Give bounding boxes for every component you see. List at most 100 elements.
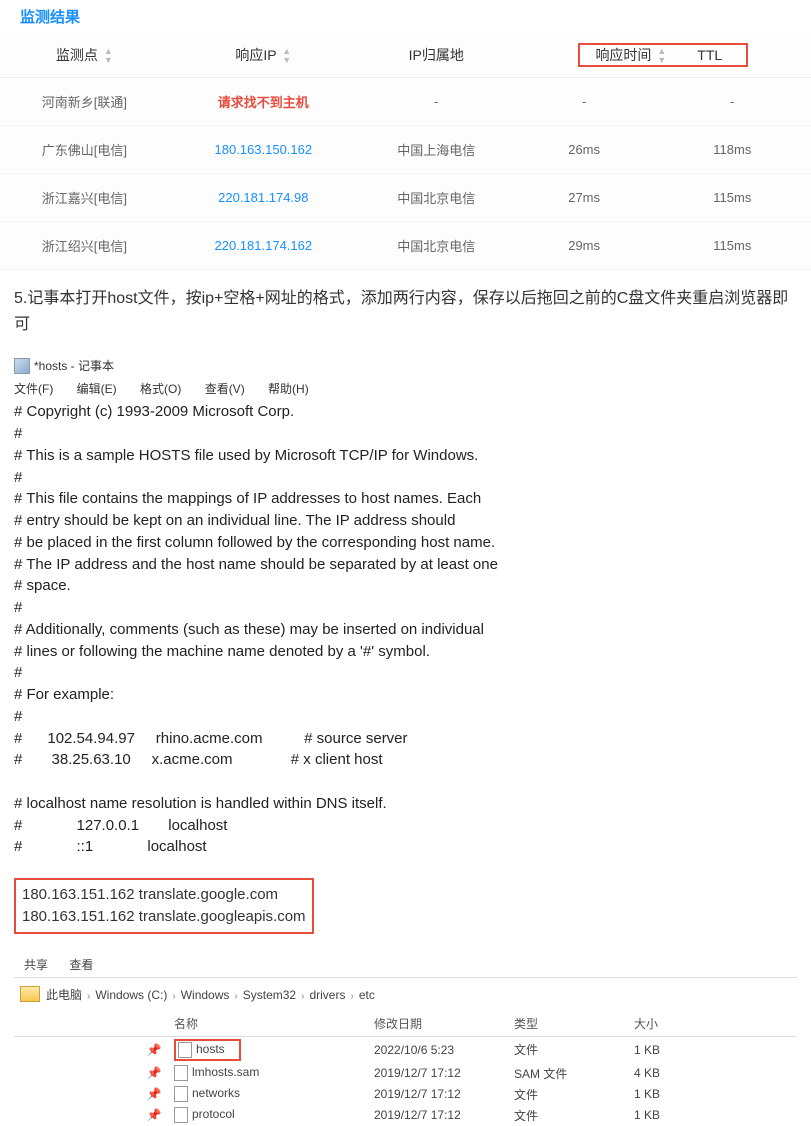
- col-ttl-label: TTL: [680, 47, 740, 63]
- col-date[interactable]: 修改日期: [374, 1015, 514, 1032]
- file-icon: [174, 1086, 188, 1102]
- breadcrumb-segment[interactable]: drivers: [309, 988, 345, 1002]
- menu-view[interactable]: 查看(V): [205, 382, 255, 396]
- file-type: 文件: [514, 1107, 634, 1124]
- cell-time: -: [515, 78, 654, 126]
- monitor-table: 监测点 ▲▼ 响应IP ▲▼ IP归属地 响应时间 ▲▼ TTL 河南: [0, 33, 811, 270]
- cell-loc: 中国北京电信: [358, 222, 515, 270]
- file-type: 文件: [514, 1086, 634, 1103]
- menu-file[interactable]: 文件(F): [14, 382, 63, 396]
- col-type[interactable]: 类型: [514, 1015, 634, 1032]
- file-row[interactable]: 📌lmhosts.sam2019/12/7 17:12SAM 文件4 KB: [14, 1063, 797, 1084]
- chevron-right-icon: ›: [301, 991, 304, 1002]
- file-size: 4 KB: [634, 1066, 734, 1080]
- col-point-label: 监测点: [56, 47, 98, 63]
- file-row[interactable]: 📌protocol2019/12/7 17:12文件1 KB: [14, 1105, 797, 1126]
- cell-ip: 180.163.150.162: [169, 126, 358, 174]
- col-name[interactable]: 名称: [174, 1015, 374, 1032]
- notepad-content[interactable]: # Copyright (c) 1993-2009 Microsoft Corp…: [14, 399, 797, 860]
- breadcrumb-segment[interactable]: Windows: [181, 988, 230, 1002]
- cell-ip: 请求找不到主机: [169, 78, 358, 126]
- chevron-right-icon: ›: [350, 991, 353, 1002]
- highlight-box-header: 响应时间 ▲▼ TTL: [578, 43, 748, 67]
- breadcrumb-segment[interactable]: Windows (C:): [95, 988, 167, 1002]
- cell-time: 29ms: [515, 222, 654, 270]
- table-row: 浙江绍兴[电信] 220.181.174.162 中国北京电信29ms115ms: [0, 222, 811, 270]
- file-date: 2019/12/7 17:12: [374, 1108, 514, 1122]
- col-loc-label: IP归属地: [409, 47, 464, 63]
- sort-icon: ▲▼: [282, 47, 291, 65]
- col-size[interactable]: 大小: [634, 1015, 734, 1032]
- explorer-breadcrumb[interactable]: 此电脑 › Windows (C:) › Windows › System32 › driver…: [14, 978, 797, 1011]
- cell-ttl: 118ms: [654, 126, 811, 174]
- cell-loc: 中国上海电信: [358, 126, 515, 174]
- menu-help[interactable]: 帮助(H): [268, 382, 319, 396]
- pin-icon: 📌: [134, 1043, 174, 1057]
- col-time-label: 响应时间: [595, 47, 651, 63]
- file-row[interactable]: 📌hosts 2022/10/6 5:23文件1 KB: [14, 1037, 797, 1063]
- section-title: 监测结果: [0, 0, 811, 33]
- file-name: networks: [174, 1086, 374, 1102]
- menu-format[interactable]: 格式(O): [140, 382, 191, 396]
- sort-icon: ▲▼: [104, 47, 113, 65]
- menu-edit[interactable]: 编辑(E): [77, 382, 127, 396]
- highlight-box-added-lines: 180.163.151.162 translate.google.com 180…: [14, 878, 314, 934]
- file-size: 1 KB: [634, 1108, 734, 1122]
- cell-point: 浙江绍兴[电信]: [0, 222, 169, 270]
- col-loc: IP归属地: [358, 33, 515, 78]
- breadcrumb-segment[interactable]: 此电脑: [46, 988, 82, 1002]
- file-icon: [178, 1042, 192, 1058]
- notepad-titlebar: *hosts - 记事本: [14, 353, 797, 378]
- ip-link[interactable]: 180.163.150.162: [215, 142, 313, 157]
- file-icon: [174, 1065, 188, 1081]
- ip-link[interactable]: 220.181.174.98: [218, 190, 308, 205]
- table-row: 河南新乡[联通]请求找不到主机---: [0, 78, 811, 126]
- file-list-header: 名称 修改日期 类型 大小: [14, 1011, 797, 1037]
- cell-point: 河南新乡[联通]: [0, 78, 169, 126]
- cell-point: 广东佛山[电信]: [0, 126, 169, 174]
- highlight-box-hosts: hosts: [174, 1039, 241, 1061]
- col-ip[interactable]: 响应IP ▲▼: [169, 33, 358, 78]
- added-lines-text: 180.163.151.162 translate.google.com 180…: [22, 886, 306, 925]
- folder-icon: [20, 986, 40, 1002]
- cell-ttl: 115ms: [654, 222, 811, 270]
- pin-icon: 📌: [134, 1108, 174, 1122]
- pin-icon: 📌: [134, 1087, 174, 1101]
- file-date: 2022/10/6 5:23: [374, 1043, 514, 1057]
- breadcrumb-segment[interactable]: etc: [359, 988, 375, 1002]
- ip-link[interactable]: 220.181.174.162: [215, 238, 313, 253]
- notepad-window: *hosts - 记事本 文件(F) 编辑(E) 格式(O) 查看(V) 帮助(…: [14, 353, 797, 933]
- cell-loc: 中国北京电信: [358, 174, 515, 222]
- file-date: 2019/12/7 17:12: [374, 1087, 514, 1101]
- step-5-instruction: 5.记事本打开host文件，按ip+空格+网址的格式，添加两行内容，保存以后拖回…: [0, 270, 811, 345]
- chevron-right-icon: ›: [172, 991, 175, 1002]
- ip-error: 请求找不到主机: [218, 95, 309, 110]
- file-type: 文件: [514, 1041, 634, 1058]
- col-point[interactable]: 监测点 ▲▼: [0, 33, 169, 78]
- cell-time: 26ms: [515, 126, 654, 174]
- cell-ip: 220.181.174.98: [169, 174, 358, 222]
- file-date: 2019/12/7 17:12: [374, 1066, 514, 1080]
- sort-icon: ▲▼: [657, 47, 666, 65]
- table-row: 浙江嘉兴[电信] 220.181.174.98 中国北京电信27ms115ms: [0, 174, 811, 222]
- file-name: protocol: [174, 1107, 374, 1123]
- cell-point: 浙江嘉兴[电信]: [0, 174, 169, 222]
- file-name: hosts: [174, 1039, 374, 1061]
- cell-ttl: 115ms: [654, 174, 811, 222]
- file-row[interactable]: 📌networks2019/12/7 17:12文件1 KB: [14, 1084, 797, 1105]
- table-row: 广东佛山[电信] 180.163.150.162 中国上海电信26ms118ms: [0, 126, 811, 174]
- notepad-icon: [14, 358, 30, 374]
- cell-loc: -: [358, 78, 515, 126]
- breadcrumb-segment[interactable]: System32: [243, 988, 296, 1002]
- file-size: 1 KB: [634, 1043, 734, 1057]
- chevron-right-icon: ›: [234, 991, 237, 1002]
- cell-time: 27ms: [515, 174, 654, 222]
- file-type: SAM 文件: [514, 1065, 634, 1082]
- notepad-title: *hosts - 记事本: [34, 357, 114, 374]
- file-size: 1 KB: [634, 1087, 734, 1101]
- file-name: lmhosts.sam: [174, 1065, 374, 1081]
- col-ip-label: 响应IP: [235, 47, 276, 63]
- notepad-menubar: 文件(F) 编辑(E) 格式(O) 查看(V) 帮助(H): [14, 378, 797, 399]
- chevron-right-icon: ›: [87, 991, 90, 1002]
- file-explorer: 共享 查看 此电脑›Windows (C:)›Windows›System32›…: [14, 952, 797, 1126]
